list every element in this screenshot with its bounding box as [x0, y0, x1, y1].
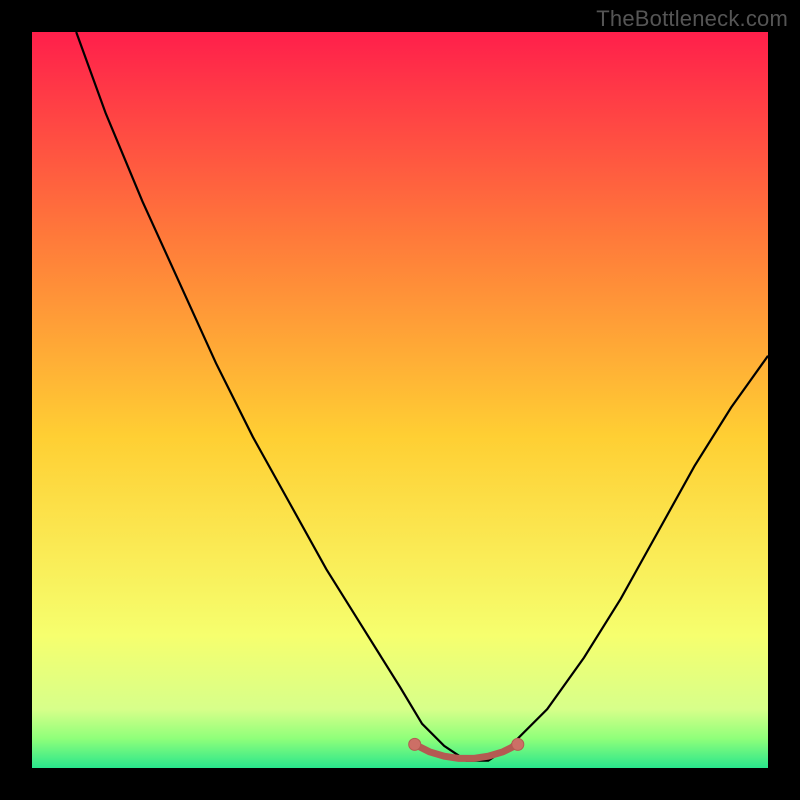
chart-svg — [32, 32, 768, 768]
optimal-range-endpoint — [409, 738, 421, 750]
chart-background — [32, 32, 768, 768]
optimal-range-endpoint — [512, 738, 524, 750]
watermark-text: TheBottleneck.com — [596, 6, 788, 32]
chart-frame: TheBottleneck.com — [0, 0, 800, 800]
chart-plot-area — [32, 32, 768, 768]
